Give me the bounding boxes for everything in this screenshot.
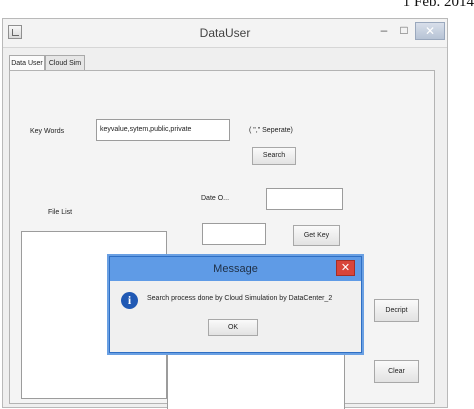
key-input[interactable] [202,223,266,245]
keywords-input[interactable]: keyvalue,sytem,public,private [96,119,230,141]
separator-hint: ( "," Seperate) [249,127,293,134]
tab-data-user[interactable]: Data User [9,55,45,71]
close-icon: ✕ [424,24,436,38]
message-dialog: Message ✕ i Search process done by Cloud… [109,256,362,353]
title-bar[interactable]: DataUser – □ ✕ [3,19,447,48]
date-input[interactable] [266,188,343,210]
dialog-close-button[interactable]: ✕ [336,260,355,276]
ok-button[interactable]: OK [208,319,258,336]
decrypt-button[interactable]: Decript [374,299,419,322]
clear-button[interactable]: Clear [374,360,419,383]
keywords-label: Key Words [30,128,65,135]
close-button[interactable]: ✕ [415,22,445,40]
maximize-button[interactable]: □ [395,23,413,41]
page: 1 Feb. 2014 DataUser – □ ✕ Data User Clo… [0,0,474,409]
dialog-title-bar[interactable]: Message ✕ [110,257,361,281]
dialog-title: Message [213,263,258,275]
search-button[interactable]: Search [252,147,296,165]
close-icon: ✕ [340,262,351,274]
tab-cloud-sim[interactable]: Cloud Sim [45,55,85,70]
info-icon: i [121,292,138,309]
date-label: Date O... [201,195,230,202]
paper-date-header: 1 Feb. 2014 [402,0,474,10]
dialog-message: Search process done by Cloud Simulation … [147,295,333,302]
minimize-button[interactable]: – [375,23,393,41]
get-key-button[interactable]: Get Key [293,225,340,246]
file-list-label: File List [48,209,73,216]
data-user-panel: Key Words keyvalue,sytem,public,private … [9,70,435,409]
